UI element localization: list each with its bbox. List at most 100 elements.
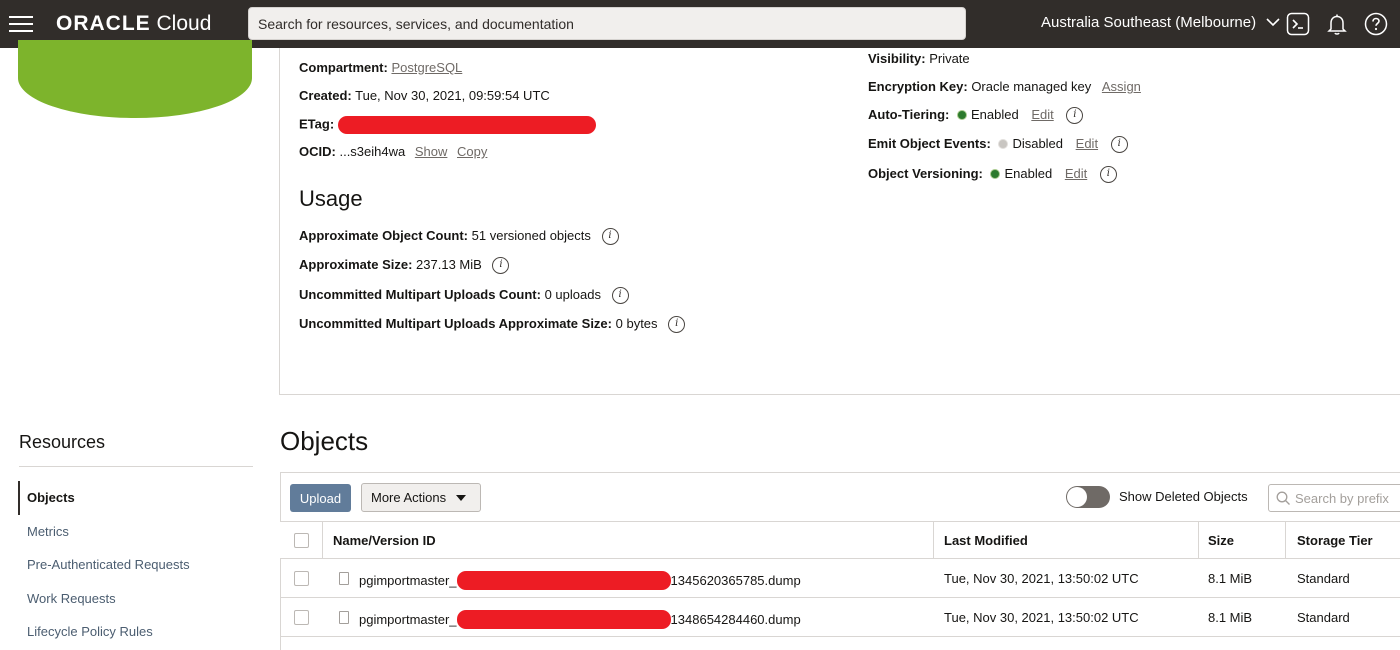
object-count-row: Approximate Object Count: 51 versioned o…: [299, 228, 619, 246]
versioning-row: Object Versioning: Enabled Edit i: [868, 166, 1117, 184]
emit-events-edit-link[interactable]: Edit: [1076, 136, 1098, 151]
table-header: Name/Version ID Last Modified Size Stora…: [280, 521, 1400, 559]
created-label: Created:: [299, 88, 352, 103]
emit-events-label: Emit Object Events:: [868, 136, 991, 151]
resource-item-objects[interactable]: Objects: [27, 490, 75, 505]
file-icon: [339, 572, 349, 585]
ocid-show-link[interactable]: Show: [415, 144, 448, 159]
object-name-cell[interactable]: pgimportmaster_ 1345620365785.dump: [359, 571, 801, 590]
etag-redaction: [337, 116, 596, 134]
objects-heading: Objects: [280, 426, 369, 456]
region-selector[interactable]: Australia Southeast (Melbourne): [1041, 14, 1280, 31]
chevron-down-icon: [1266, 18, 1280, 27]
resource-item-metrics[interactable]: Metrics: [27, 524, 69, 539]
etag-row: ETag:: [299, 116, 596, 134]
object-name-suffix: 1348654284460.dump: [670, 612, 801, 627]
approx-size-row: Approximate Size: 237.13 MiB i: [299, 257, 510, 275]
versioning-edit-link[interactable]: Edit: [1065, 166, 1087, 181]
cloud-shell-icon[interactable]: [1286, 12, 1310, 36]
select-all-checkbox[interactable]: [294, 533, 309, 548]
upload-button[interactable]: Upload: [290, 484, 351, 512]
column-header-storage-tier[interactable]: Storage Tier: [1297, 533, 1373, 548]
more-actions-button[interactable]: More Actions: [361, 483, 481, 512]
created-value: Tue, Nov 30, 2021, 09:59:54 UTC: [355, 88, 550, 103]
etag-label: ETag:: [299, 116, 335, 132]
oracle-cloud-logo[interactable]: ORACLE Cloud: [56, 12, 211, 36]
global-search-input[interactable]: [249, 8, 965, 39]
enabled-status-icon: [990, 169, 1001, 179]
visibility-row: Visibility: Private: [868, 51, 970, 67]
ocid-copy-link[interactable]: Copy: [457, 144, 487, 159]
multipart-count-row: Uncommitted Multipart Uploads Count: 0 u…: [299, 287, 629, 305]
created-row: Created: Tue, Nov 30, 2021, 09:59:54 UTC: [299, 88, 550, 104]
enabled-status-icon: [956, 110, 967, 120]
name-redaction: [456, 610, 671, 629]
multipart-size-value: 0 bytes: [615, 316, 658, 331]
column-header-name[interactable]: Name/Version ID: [333, 533, 436, 548]
info-icon[interactable]: i: [1110, 136, 1128, 154]
multipart-size-label: Uncommitted Multipart Uploads Approximat…: [299, 316, 612, 331]
help-icon[interactable]: [1364, 12, 1388, 36]
ocid-value: ...s3eih4wa: [339, 144, 406, 159]
info-icon[interactable]: i: [611, 287, 629, 305]
compartment-row: Compartment: PostgreSQL: [299, 60, 462, 76]
size-cell: 8.1 MiB: [1208, 571, 1253, 586]
multipart-size-row: Uncommitted Multipart Uploads Approximat…: [299, 316, 686, 334]
info-icon[interactable]: i: [492, 257, 510, 275]
bucket-icon: [18, 40, 252, 118]
row-checkbox[interactable]: [294, 610, 309, 625]
column-divider: [1198, 522, 1199, 559]
multipart-count-value: 0 uploads: [544, 287, 601, 302]
emit-events-value: Disabled: [1012, 136, 1064, 151]
column-header-size[interactable]: Size: [1208, 533, 1234, 548]
show-deleted-label: Show Deleted Objects: [1119, 489, 1248, 504]
table-row[interactable]: pgimportmaster_ 1345620365785.dump Tue, N…: [280, 559, 1400, 598]
object-name-prefix: pgimportmaster_: [359, 612, 457, 627]
bell-icon[interactable]: [1325, 12, 1349, 36]
multipart-count-label: Uncommitted Multipart Uploads Count:: [299, 287, 541, 302]
divider: [19, 466, 253, 467]
last-modified-cell: Tue, Nov 30, 2021, 13:50:02 UTC: [944, 571, 1139, 586]
object-name-prefix: pgimportmaster_: [359, 573, 457, 588]
compartment-label: Compartment:: [299, 60, 388, 75]
storage-tier-cell: Standard: [1297, 610, 1350, 625]
info-icon[interactable]: i: [601, 228, 619, 246]
show-deleted-toggle[interactable]: [1066, 486, 1110, 508]
object-name-suffix: 1345620365785.dump: [670, 573, 801, 588]
encryption-row: Encryption Key: Oracle managed key Assig…: [868, 79, 1141, 95]
file-icon: [339, 611, 349, 624]
assign-link[interactable]: Assign: [1102, 79, 1141, 94]
column-divider: [1285, 522, 1286, 559]
region-label: Australia Southeast (Melbourne): [1041, 14, 1257, 31]
column-divider: [933, 522, 934, 559]
ocid-row: OCID: ...s3eih4wa Show Copy: [299, 144, 487, 160]
prefix-search: [1268, 484, 1400, 512]
menu-icon[interactable]: [8, 12, 34, 36]
resource-item-lifecycle-policy-rules[interactable]: Lifecycle Policy Rules: [27, 624, 153, 639]
resource-item-work-requests[interactable]: Work Requests: [27, 591, 116, 606]
caret-down-icon: [456, 495, 466, 501]
brand-secondary: Cloud: [156, 12, 212, 35]
approx-size-value: 237.13 MiB: [416, 257, 482, 272]
table-row[interactable]: pgimportmaster_ 1348654284460.dump Tue, N…: [280, 598, 1400, 637]
active-indicator: [18, 481, 20, 515]
row-checkbox[interactable]: [294, 571, 309, 586]
more-actions-label: More Actions: [371, 490, 447, 505]
info-icon[interactable]: i: [668, 316, 686, 334]
auto-tiering-edit-link[interactable]: Edit: [1031, 107, 1053, 122]
resource-item-pre-authenticated-requests[interactable]: Pre-Authenticated Requests: [27, 557, 190, 572]
column-header-last-modified[interactable]: Last Modified: [944, 533, 1028, 548]
object-name-cell[interactable]: pgimportmaster_ 1348654284460.dump: [359, 610, 801, 629]
name-redaction: [456, 571, 671, 590]
compartment-link[interactable]: PostgreSQL: [391, 60, 462, 75]
versioning-label: Object Versioning:: [868, 166, 983, 181]
disabled-status-icon: [998, 139, 1009, 149]
info-icon[interactable]: i: [1099, 166, 1117, 184]
encryption-label: Encryption Key:: [868, 79, 968, 94]
resources-heading: Resources: [19, 432, 106, 452]
object-count-value: 51 versioned objects: [471, 228, 591, 243]
visibility-value: Private: [929, 51, 970, 66]
info-icon[interactable]: i: [1066, 107, 1084, 125]
last-modified-cell: Tue, Nov 30, 2021, 13:50:02 UTC: [944, 610, 1139, 625]
prefix-search-input[interactable]: [1295, 485, 1400, 511]
